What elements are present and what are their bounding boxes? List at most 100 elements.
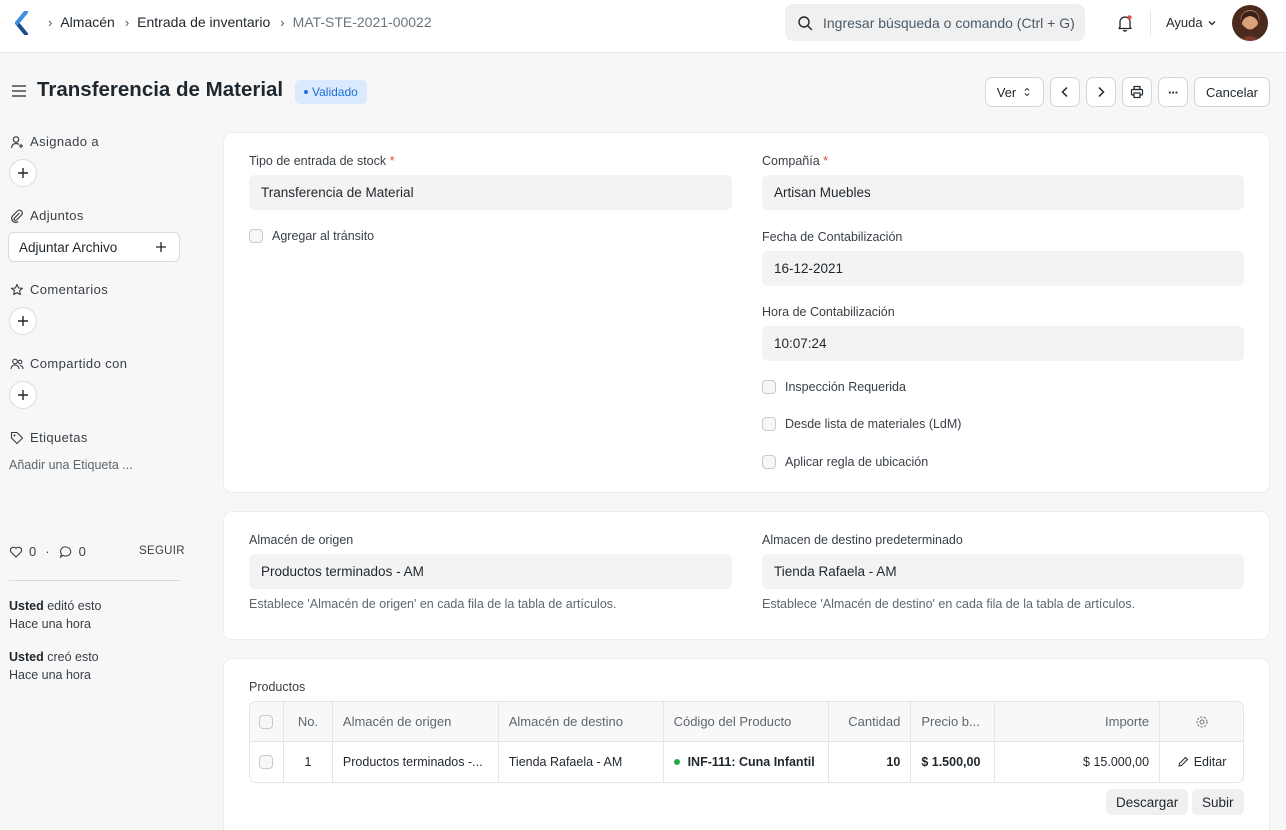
- target-warehouse-field[interactable]: Tienda Rafaela - AM: [762, 554, 1244, 589]
- source-warehouse-label: Almacén de origen: [249, 533, 354, 547]
- table-row[interactable]: 1 Productos terminados -... Tienda Rafae…: [250, 742, 1243, 782]
- prev-button[interactable]: [1050, 77, 1080, 107]
- add-share-button[interactable]: [9, 381, 37, 409]
- stock-entry-type-label: Tipo de entrada de stock *: [249, 154, 395, 168]
- page-title: Transferencia de Material: [37, 78, 284, 101]
- breadcrumb-stock-entry[interactable]: Entrada de inventario: [137, 14, 270, 30]
- pencil-icon: [1178, 756, 1188, 767]
- add-to-transit-checkbox[interactable]: Agregar al tránsito: [249, 229, 374, 243]
- cancel-label: Cancelar: [1205, 84, 1259, 100]
- row-amount: $ 15.000,00: [995, 742, 1161, 782]
- posting-date-label: Fecha de Contabilización: [762, 230, 903, 244]
- attach-file-button[interactable]: Adjuntar Archivo: [8, 232, 180, 262]
- plus-icon: [156, 242, 166, 252]
- row-item-code[interactable]: INF-111: Cuna Infantil: [664, 742, 830, 782]
- posting-time-field[interactable]: 10:07:24: [762, 326, 1244, 361]
- edit-label: Editar: [1193, 755, 1227, 769]
- status-dot: [673, 759, 680, 765]
- inspection-required-checkbox[interactable]: Inspección Requerida: [762, 380, 906, 394]
- view-label: Ver: [996, 84, 1017, 100]
- hamburger-icon[interactable]: [10, 82, 28, 100]
- target-warehouse-label: Almacen de destino predeterminado: [762, 533, 963, 547]
- checkbox-box[interactable]: [762, 455, 776, 469]
- col-settings: [1160, 702, 1243, 741]
- activity-user[interactable]: Usted: [9, 599, 44, 613]
- row-select-cell: [250, 742, 284, 782]
- chevron-left-icon: [1061, 86, 1068, 98]
- tag-icon: [10, 431, 24, 444]
- avatar[interactable]: [1232, 5, 1268, 41]
- activity-action: creó esto: [47, 650, 99, 664]
- details-card: Tipo de entrada de stock * Transferencia…: [223, 132, 1270, 493]
- activity-action: editó esto: [47, 599, 102, 613]
- bell-icon[interactable]: [1115, 13, 1135, 33]
- shared-label: Compartido con: [30, 356, 128, 371]
- cancel-button[interactable]: Cancelar: [1194, 77, 1270, 107]
- plus-icon: [18, 390, 28, 400]
- item-code-text: INF-111: Cuna Infantil: [687, 755, 815, 769]
- comment-icon: [59, 545, 71, 558]
- search-icon: [798, 15, 813, 30]
- help-menu[interactable]: Ayuda: [1166, 15, 1217, 30]
- breadcrumb-almacen[interactable]: Almacén: [60, 14, 114, 30]
- more-button[interactable]: ···: [1158, 77, 1188, 107]
- status-badge: Validado: [295, 80, 367, 104]
- add-comment-button[interactable]: [9, 307, 37, 335]
- target-warehouse-description: Establece 'Almacén de destino' en cada f…: [762, 597, 1136, 611]
- add-assignee-button[interactable]: [9, 159, 37, 187]
- sort-icon: [1024, 87, 1030, 97]
- app-logo-icon[interactable]: [14, 11, 30, 35]
- chevron-right-icon: ›: [48, 14, 53, 30]
- assigned-label: Asignado a: [30, 134, 100, 149]
- status-label: Validado: [312, 85, 358, 99]
- source-warehouse-field[interactable]: Productos terminados - AM: [249, 554, 732, 589]
- sidebar-divider: [9, 580, 179, 581]
- stock-entry-type-field[interactable]: Transferencia de Material: [249, 175, 732, 210]
- follow-button[interactable]: SEGUIR: [139, 545, 185, 557]
- add-tag-link[interactable]: Añadir una Etiqueta ...: [9, 458, 133, 472]
- download-button[interactable]: Descargar: [1106, 789, 1189, 815]
- from-bom-checkbox[interactable]: Desde lista de materiales (LdM): [762, 417, 961, 431]
- upload-button[interactable]: Subir: [1192, 789, 1244, 815]
- col-target-warehouse: Almacén de destino: [499, 702, 664, 741]
- select-all-checkbox[interactable]: [259, 714, 274, 729]
- from-bom-label: Desde lista de materiales (LdM): [785, 417, 962, 431]
- chevron-right-icon: ›: [124, 14, 130, 30]
- print-button[interactable]: [1122, 77, 1152, 107]
- activity-user[interactable]: Usted: [9, 650, 44, 664]
- chevron-down-icon: [1208, 20, 1216, 25]
- col-no: No.: [284, 702, 333, 741]
- search-input[interactable]: Ingresar búsqueda o comando (Ctrl + G): [785, 4, 1085, 41]
- company-label: Compañía *: [762, 154, 829, 168]
- warehouses-card: Almacén de origen Productos terminados -…: [223, 511, 1270, 640]
- checkbox-box[interactable]: [762, 417, 776, 431]
- user-icon: [10, 135, 23, 148]
- putaway-rule-checkbox[interactable]: Aplicar regla de ubicación: [762, 455, 928, 469]
- breadcrumb-current[interactable]: MAT-STE-2021-00022: [293, 14, 432, 30]
- company-field[interactable]: Artisan Muebles: [762, 175, 1244, 210]
- activity-time: Hace una hora: [9, 617, 92, 631]
- row-qty[interactable]: 10: [829, 742, 912, 782]
- activity-time: Hace una hora: [9, 668, 92, 682]
- likes-comments-counter: 0 · 0: [9, 544, 86, 559]
- shared-section-label: Compartido con: [10, 356, 127, 371]
- heart-icon[interactable]: [9, 545, 23, 559]
- status-dot: [304, 90, 308, 94]
- row-rate[interactable]: $ 1.500,00: [911, 742, 996, 782]
- inspection-required-label: Inspección Requerida: [785, 380, 906, 394]
- likes-count: 0: [29, 544, 37, 559]
- chevron-right-icon: [1098, 86, 1105, 98]
- next-button[interactable]: [1086, 77, 1116, 107]
- checkbox-box[interactable]: [249, 229, 263, 243]
- view-button[interactable]: Ver: [985, 77, 1044, 107]
- row-source-warehouse[interactable]: Productos terminados -...: [333, 742, 499, 782]
- row-target-warehouse[interactable]: Tienda Rafaela - AM: [499, 742, 664, 782]
- row-checkbox[interactable]: [259, 755, 274, 769]
- checkbox-box[interactable]: [762, 380, 776, 394]
- attachments-label: Adjuntos: [30, 208, 84, 223]
- col-amount: Importe: [995, 702, 1161, 741]
- posting-date-field[interactable]: 16-12-2021: [762, 251, 1244, 286]
- row-edit-button[interactable]: Editar: [1160, 742, 1243, 782]
- gear-icon[interactable]: [1195, 715, 1209, 729]
- navbar: › Almacén › Entrada de inventario › MAT-…: [0, 0, 1286, 53]
